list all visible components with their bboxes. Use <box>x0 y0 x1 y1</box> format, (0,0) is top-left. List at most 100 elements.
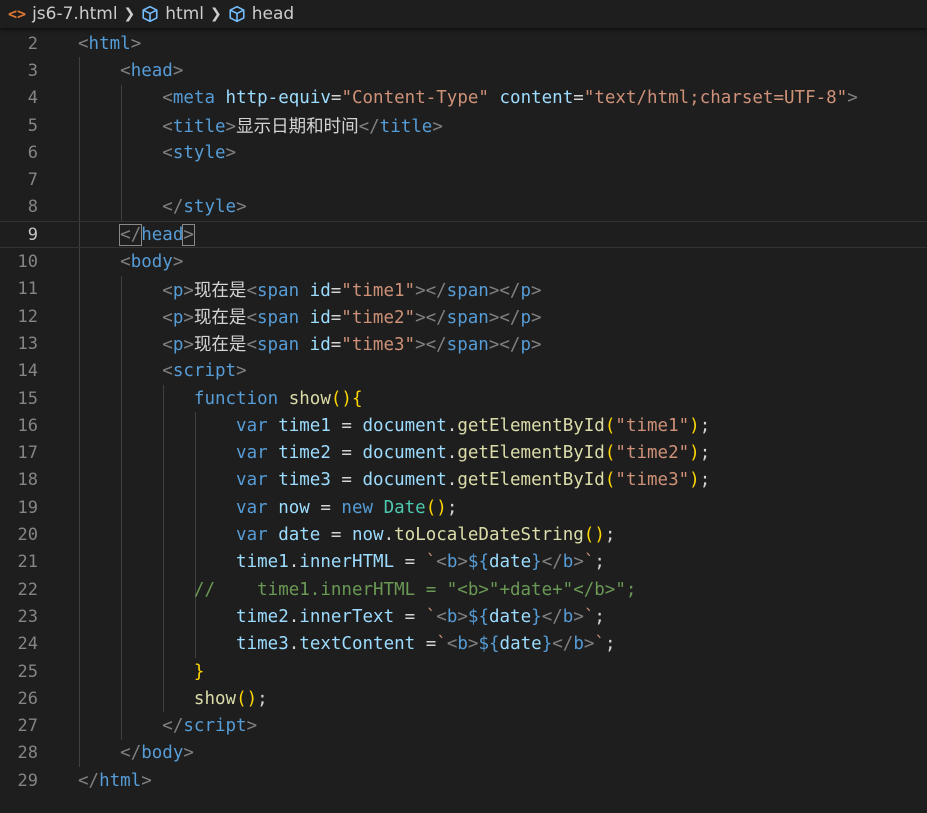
breadcrumb: <> js6-7.html ❯ html ❯ head <box>0 0 927 28</box>
code-token: . <box>288 552 300 573</box>
code-line[interactable]: 5 <title>显示日期和时间</title> <box>0 112 927 139</box>
code-token: () <box>425 497 447 518</box>
line-number: 24 <box>17 634 38 655</box>
code-token: ( <box>604 415 616 436</box>
code-line[interactable]: 11 <p>现在是<span id="time1"></span></p> <box>0 276 927 303</box>
code-line[interactable]: 2 <html> <box>0 30 927 57</box>
breadcrumb-item-html[interactable]: html <box>141 4 204 24</box>
code-token: = <box>330 443 363 464</box>
code-token: > <box>225 142 237 163</box>
code-token: < <box>162 308 173 329</box>
code-line[interactable]: 22 // time1.innerHTML = "<b>"+date+"</b>… <box>0 576 927 603</box>
code-text: var now = new Date(); <box>78 498 457 518</box>
code-token: time3 <box>278 470 331 491</box>
code-token: p <box>172 308 184 329</box>
code-text: <body> <box>78 252 183 272</box>
code-token: "time1" <box>341 280 416 301</box>
code-line[interactable]: 25 } <box>0 658 927 685</box>
code-line[interactable]: 7 <box>0 167 927 194</box>
code-token: < <box>436 606 447 627</box>
code-token: < <box>446 634 458 655</box>
breadcrumb-file[interactable]: <> js6-7.html <box>8 4 118 24</box>
code-token: var <box>236 470 279 491</box>
code-token: (){ <box>330 388 363 409</box>
code-token: } <box>193 661 205 682</box>
code-token: < <box>162 280 173 301</box>
code-token: "time3" <box>341 335 416 356</box>
breadcrumb-item-head[interactable]: head <box>228 4 294 24</box>
code-token: = <box>330 308 342 329</box>
code-token: show <box>288 388 331 409</box>
code-token: ; <box>604 634 616 655</box>
code-line[interactable]: 16 var time1 = document.getElementById("… <box>0 412 927 439</box>
code-line[interactable]: 27 </script> <box>0 713 927 740</box>
code-line[interactable]: 10 <body> <box>0 248 927 275</box>
code-token: > <box>432 117 443 138</box>
code-token: . <box>446 470 458 491</box>
line-number: 18 <box>17 470 38 491</box>
code-token: </ <box>119 223 143 246</box>
code-token: = <box>394 606 426 627</box>
code-line[interactable]: 8 </style> <box>0 194 927 221</box>
code-token: time1 <box>278 415 331 436</box>
line-number: 7 <box>27 170 38 191</box>
code-token: > <box>573 552 584 573</box>
code-token: innerHTML <box>299 552 395 573</box>
code-token: // time1.innerHTML = "<b>"+date+"</b>"; <box>193 579 637 600</box>
code-token: ; <box>257 688 268 709</box>
code-token: < <box>246 335 257 356</box>
code-line[interactable]: 3 <head> <box>0 57 927 84</box>
code-token: "time1" <box>615 415 690 436</box>
code-token: </ <box>78 770 100 791</box>
code-token: time2 <box>236 606 289 627</box>
code-text: var time3 = document.getElementById("tim… <box>78 470 710 490</box>
code-line[interactable]: 6 <style> <box>0 139 927 166</box>
code-line[interactable]: 28 </body> <box>0 740 927 767</box>
code-line[interactable]: 19 var now = new Date(); <box>0 494 927 521</box>
code-token: innerText <box>299 606 395 627</box>
code-line[interactable]: 24 time3.textContent =`<b>${date}</b>`; <box>0 631 927 658</box>
code-line[interactable]: 20 var date = now.toLocaleDateString(); <box>0 521 927 548</box>
code-text: time3.textContent =`<b>${date}</b>`; <box>78 634 616 655</box>
code-token: title <box>172 117 226 138</box>
code-token: ` <box>594 634 605 655</box>
code-line[interactable]: 12 <p>现在是<span id="time2"></span></p> <box>0 303 927 330</box>
code-token: title <box>379 117 433 138</box>
code-token: ( <box>604 470 616 491</box>
code-token: ; <box>699 443 711 464</box>
code-token: head <box>141 224 184 245</box>
code-token: = <box>320 525 352 546</box>
code-token: ` <box>583 552 595 573</box>
line-number: 20 <box>17 525 38 546</box>
line-number: 3 <box>27 60 38 81</box>
code-token: span <box>256 308 310 329</box>
code-line[interactable]: 26 show(); <box>0 685 927 712</box>
code-token: p <box>172 280 184 301</box>
code-text: </html> <box>78 771 152 791</box>
code-line[interactable]: 21 time1.innerHTML = `<b>${date}</b>`; <box>0 549 927 576</box>
code-line[interactable]: 13 <p>现在是<span id="time3"></span></p> <box>0 330 927 357</box>
code-text: // time1.innerHTML = "<b>"+date+"</b>"; <box>78 579 637 600</box>
code-token: ` <box>436 634 447 655</box>
code-line[interactable]: 23 time2.innerText = `<b>${date}</b>`; <box>0 603 927 630</box>
code-line[interactable]: 18 var time3 = document.getElementById("… <box>0 467 927 494</box>
code-line[interactable]: 4 <meta http-equiv="Content-Type" conten… <box>0 85 927 112</box>
code-token: time2 <box>278 443 331 464</box>
code-line[interactable]: 9 </head> <box>0 221 927 249</box>
line-number: 10 <box>17 252 38 273</box>
code-editor[interactable]: 2 <html> 3 <head> 4 <meta http-equiv="Conte… <box>0 28 927 813</box>
code-token: content <box>499 88 574 109</box>
code-token: document <box>362 415 447 436</box>
code-token: script <box>183 716 247 737</box>
code-token: 现在是 <box>193 308 247 329</box>
code-line[interactable]: 17 var time2 = document.getElementById("… <box>0 440 927 467</box>
code-line[interactable]: 29 </html> <box>0 767 927 794</box>
line-number: 5 <box>27 115 38 136</box>
code-line[interactable]: 14 <script> <box>0 358 927 385</box>
code-line[interactable]: 15 function show(){ <box>0 385 927 412</box>
code-token: > <box>530 280 542 301</box>
code-token: html <box>99 770 142 791</box>
